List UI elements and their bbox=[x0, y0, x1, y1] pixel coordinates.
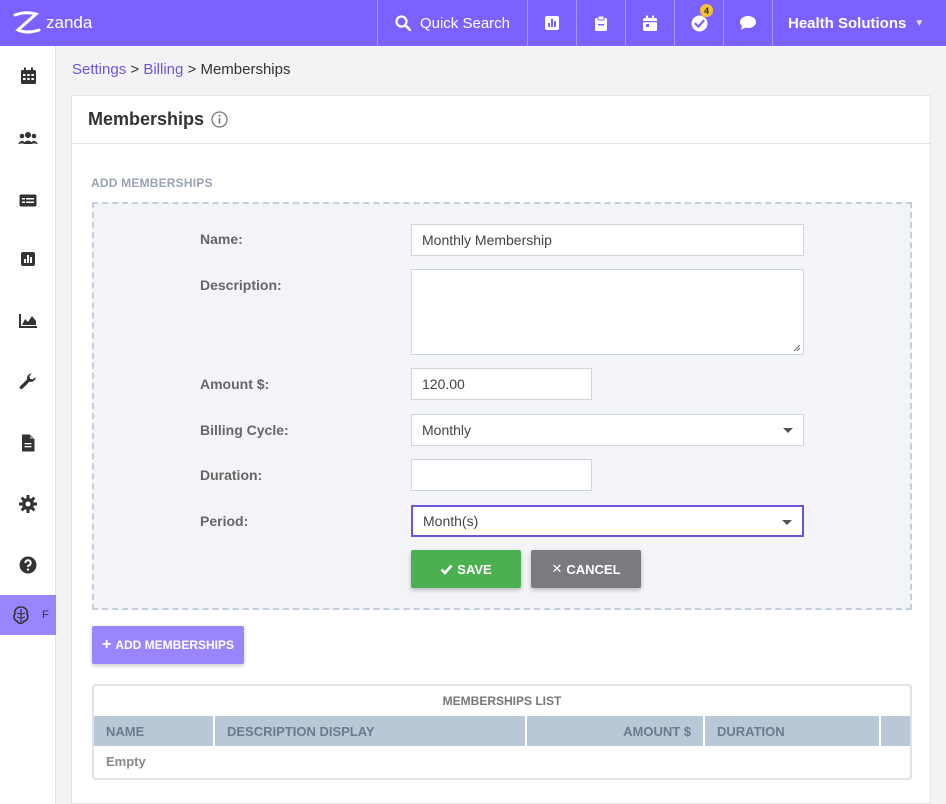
calendar-icon bbox=[20, 67, 36, 84]
chevron-down-icon: ▼ bbox=[914, 17, 925, 29]
notification-badge: 4 bbox=[700, 4, 713, 17]
breadcrumb-separator: > bbox=[183, 61, 201, 78]
breadcrumb-settings-link[interactable]: Settings bbox=[72, 61, 126, 78]
duration-input[interactable] bbox=[411, 459, 592, 491]
checkmark-icon bbox=[440, 564, 453, 575]
zanda-logo-icon bbox=[13, 11, 41, 34]
sidebar-item-calendar[interactable] bbox=[0, 56, 56, 96]
logo-text: zanda bbox=[46, 13, 93, 32]
name-input[interactable]: Monthly Membership bbox=[411, 224, 804, 256]
wrench-icon bbox=[19, 373, 36, 390]
column-header-duration[interactable]: DURATION bbox=[705, 716, 881, 746]
sidebar-item-active[interactable]: F bbox=[0, 595, 56, 635]
sidebar-item-help[interactable] bbox=[0, 545, 56, 585]
chat-button[interactable] bbox=[723, 0, 772, 46]
period-label: Period: bbox=[200, 513, 249, 529]
sidebar-item-documents[interactable] bbox=[0, 423, 56, 463]
breadcrumb-billing-link[interactable]: Billing bbox=[143, 61, 183, 78]
cancel-button[interactable]: ✕ CANCEL bbox=[531, 550, 641, 588]
clipboard-button[interactable] bbox=[576, 0, 625, 46]
sidebar-item-analytics[interactable] bbox=[0, 300, 56, 340]
top-bar: zanda Quick Search 4 Health Solutions ▼ bbox=[0, 0, 946, 46]
chevron-down-icon bbox=[783, 428, 793, 433]
add-membership-form: Name: Monthly Membership Description: Am… bbox=[92, 202, 912, 610]
add-memberships-button[interactable]: + ADD MEMBERSHIPS bbox=[92, 626, 244, 664]
info-icon[interactable] bbox=[211, 111, 228, 128]
memberships-list-title: MEMBERSHIPS LIST bbox=[442, 694, 562, 708]
column-header-actions bbox=[881, 716, 910, 746]
billing-card-icon bbox=[19, 194, 37, 206]
clipboard-icon bbox=[595, 15, 607, 31]
memberships-list: MEMBERSHIPS LIST NAME DESCRIPTION DISPLA… bbox=[92, 684, 912, 780]
breadcrumb-current: Memberships bbox=[200, 61, 291, 78]
quick-search-label: Quick Search bbox=[419, 14, 511, 32]
calendar-icon bbox=[643, 15, 657, 31]
search-icon bbox=[395, 15, 411, 31]
amount-label: Amount $: bbox=[200, 376, 270, 392]
tasks-icon bbox=[691, 15, 707, 31]
breadcrumb: Settings > Billing > Memberships bbox=[72, 61, 290, 78]
memberships-card: Memberships ADD MEMBERSHIPS Name: Monthl… bbox=[71, 95, 931, 804]
resize-grip-icon[interactable] bbox=[793, 344, 801, 352]
organization-name: Health Solutions bbox=[788, 14, 907, 32]
chevron-down-icon bbox=[782, 520, 792, 525]
amount-input[interactable]: 120.00 bbox=[411, 368, 592, 400]
save-button-label: SAVE bbox=[457, 561, 492, 577]
help-icon bbox=[19, 556, 37, 574]
memberships-list-empty: Empty bbox=[106, 753, 146, 769]
tasks-button[interactable]: 4 bbox=[674, 0, 723, 46]
billing-cycle-select[interactable]: Monthly bbox=[411, 414, 804, 446]
sidebar-item-tools[interactable] bbox=[0, 362, 56, 402]
logo[interactable]: zanda bbox=[0, 0, 377, 46]
column-header-name[interactable]: NAME bbox=[94, 716, 215, 746]
plus-icon: + bbox=[101, 636, 112, 653]
card-header: Memberships bbox=[72, 96, 930, 144]
gear-icon bbox=[19, 495, 37, 513]
reports-icon bbox=[21, 252, 35, 266]
billing-cycle-label: Billing Cycle: bbox=[200, 422, 289, 438]
close-icon: ✕ bbox=[551, 561, 563, 576]
add-memberships-section-label: ADD MEMBERSHIPS bbox=[91, 176, 213, 190]
column-header-description[interactable]: DESCRIPTION DISPLAY bbox=[215, 716, 527, 746]
description-textarea[interactable] bbox=[411, 269, 804, 355]
sidebar-item-active-letter: F bbox=[42, 609, 49, 621]
calendar-button[interactable] bbox=[625, 0, 674, 46]
period-select[interactable]: Month(s) bbox=[411, 505, 804, 537]
brain-icon bbox=[13, 606, 29, 625]
breadcrumb-separator: > bbox=[126, 61, 144, 78]
memberships-list-header: NAME DESCRIPTION DISPLAY AMOUNT $ DURATI… bbox=[94, 716, 910, 746]
reports-button[interactable] bbox=[527, 0, 576, 46]
sidebar-item-reports[interactable] bbox=[0, 239, 56, 279]
analytics-icon bbox=[18, 313, 37, 328]
cancel-button-label: CANCEL bbox=[566, 561, 621, 577]
billing-cycle-value: Monthly bbox=[422, 422, 472, 438]
save-button[interactable]: SAVE bbox=[411, 550, 521, 588]
sidebar-item-billing[interactable] bbox=[0, 180, 56, 220]
clients-icon bbox=[18, 132, 38, 144]
quick-search-button[interactable]: Quick Search bbox=[377, 0, 527, 46]
document-icon bbox=[22, 434, 35, 452]
column-header-amount[interactable]: AMOUNT $ bbox=[527, 716, 705, 746]
chat-icon bbox=[740, 16, 756, 30]
name-label: Name: bbox=[200, 231, 243, 247]
organization-dropdown[interactable]: Health Solutions ▼ bbox=[772, 0, 946, 46]
duration-label: Duration: bbox=[200, 467, 263, 483]
add-memberships-button-label: ADD MEMBERSHIPS bbox=[115, 638, 235, 652]
sidebar: F bbox=[0, 46, 56, 804]
sidebar-item-clients[interactable] bbox=[0, 118, 56, 158]
period-value: Month(s) bbox=[423, 513, 479, 529]
page-title: Memberships bbox=[88, 109, 205, 129]
reports-icon bbox=[545, 16, 559, 30]
sidebar-item-settings[interactable] bbox=[0, 484, 56, 524]
description-label: Description: bbox=[200, 277, 282, 293]
